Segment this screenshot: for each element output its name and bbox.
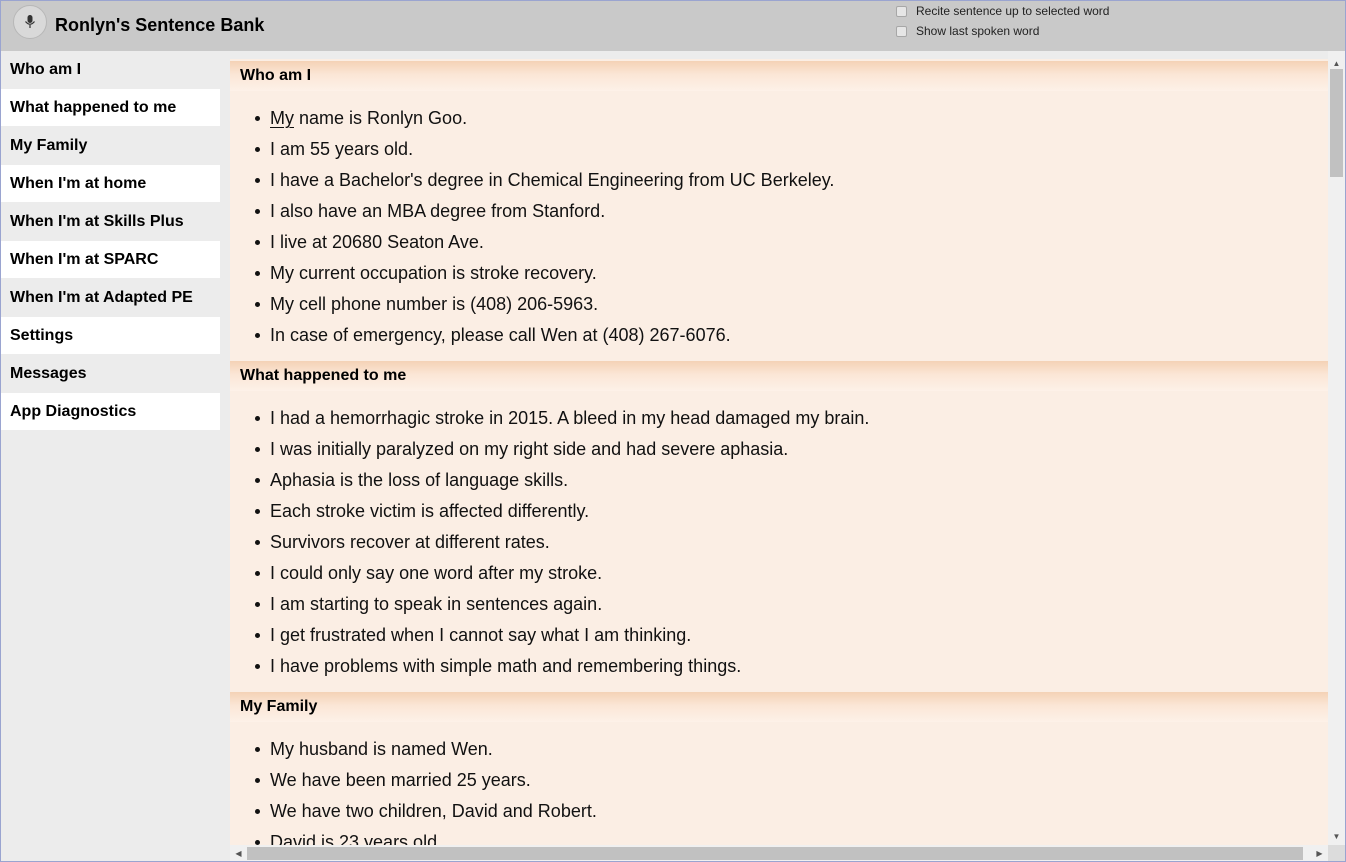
- recite-option-label: Recite sentence up to selected word: [916, 4, 1110, 18]
- sentence-item[interactable]: My cell phone number is (408) 206-5963.: [254, 294, 598, 314]
- sidebar-item-adapted-pe[interactable]: When I'm at Adapted PE: [0, 279, 220, 316]
- sentence-item[interactable]: I had a hemorrhagic stroke in 2015. A bl…: [254, 408, 869, 428]
- sidebar-item-who-am-i[interactable]: Who am I: [0, 51, 220, 88]
- vertical-scrollbar[interactable]: ▲ ▼: [1328, 51, 1345, 845]
- section-header-what-happened: What happened to me: [230, 361, 1328, 391]
- scroll-right-icon[interactable]: ▶: [1311, 845, 1328, 862]
- sidebar-item-skills-plus[interactable]: When I'm at Skills Plus: [0, 203, 220, 240]
- sentence-item[interactable]: I am 55 years old.: [254, 139, 413, 159]
- sentence-item[interactable]: My name is Ronlyn Goo.: [254, 108, 468, 128]
- sentence-item[interactable]: My husband is named Wen.: [255, 739, 493, 759]
- show-last-word-option[interactable]: Show last spoken word: [896, 24, 1039, 38]
- sentence-item[interactable]: My current occupation is stroke recovery…: [255, 263, 597, 283]
- recite-option[interactable]: Recite sentence up to selected word: [896, 4, 1109, 18]
- sentence-item[interactable]: We have two children, David and Robert.: [255, 801, 597, 821]
- recite-checkbox[interactable]: [896, 5, 907, 17]
- sidebar-item-messages[interactable]: Messages: [0, 355, 220, 392]
- sentence-item[interactable]: I live at 20680 Seaton Ave.: [255, 232, 484, 252]
- sentence-item[interactable]: I have a Bachelor's degree in Chemical E…: [254, 170, 834, 190]
- scrollbar-corner: [1328, 845, 1346, 862]
- sentence-content: Who am I My name is Ronlyn Goo. I am 55 …: [230, 59, 1328, 845]
- app-title: Ronlyn's Sentence Bank: [55, 15, 265, 35]
- sentence-rest: name is Ronlyn Goo.: [294, 108, 468, 128]
- sentence-item[interactable]: We have been married 25 years.: [255, 770, 531, 790]
- scroll-left-icon[interactable]: ◀: [230, 845, 247, 862]
- microphone-icon: [25, 15, 35, 28]
- sidebar: Who am I What happened to me My Family W…: [0, 51, 220, 862]
- sentence-item[interactable]: Aphasia is the loss of language skills.: [254, 470, 568, 490]
- app-header: Ronlyn's Sentence Bank Recite sentence u…: [0, 0, 1346, 51]
- sentence-item[interactable]: David is 23 years old.: [254, 832, 442, 845]
- sidebar-item-my-family[interactable]: My Family: [0, 127, 220, 164]
- section-header-who-am-i: Who am I: [230, 61, 1328, 91]
- horizontal-scroll-thumb[interactable]: [247, 847, 1303, 860]
- sidebar-item-home[interactable]: When I'm at home: [0, 165, 220, 202]
- sentence-item[interactable]: Survivors recover at different rates.: [255, 532, 550, 552]
- sentence-item[interactable]: In case of emergency, please call Wen at…: [255, 325, 731, 345]
- sentence-item[interactable]: I also have an MBA degree from Stanford.: [254, 201, 605, 221]
- sentence-item[interactable]: I am starting to speak in sentences agai…: [254, 594, 602, 614]
- scroll-down-icon[interactable]: ▼: [1328, 828, 1345, 845]
- sentence-item[interactable]: I have problems with simple math and rem…: [254, 656, 741, 676]
- sentence-item[interactable]: I was initially paralyzed on my right si…: [254, 439, 788, 459]
- sidebar-item-settings[interactable]: Settings: [0, 317, 220, 354]
- selected-word[interactable]: My: [270, 108, 294, 128]
- sentence-item[interactable]: I get frustrated when I cannot say what …: [254, 625, 691, 645]
- vertical-scroll-thumb[interactable]: [1330, 69, 1343, 177]
- show-last-word-label: Show last spoken word: [916, 24, 1040, 38]
- sidebar-item-app-diagnostics[interactable]: App Diagnostics: [0, 393, 220, 430]
- sentence-item[interactable]: I could only say one word after my strok…: [254, 563, 602, 583]
- show-last-word-checkbox[interactable]: [896, 25, 907, 37]
- sidebar-item-sparc[interactable]: When I'm at SPARC: [0, 241, 220, 278]
- horizontal-scrollbar[interactable]: ◀ ▶: [230, 845, 1328, 862]
- sidebar-item-what-happened[interactable]: What happened to me: [0, 89, 220, 126]
- sentence-item[interactable]: Each stroke victim is affected different…: [254, 501, 589, 521]
- microphone-button[interactable]: [13, 5, 47, 39]
- section-header-my-family: My Family: [230, 692, 1328, 722]
